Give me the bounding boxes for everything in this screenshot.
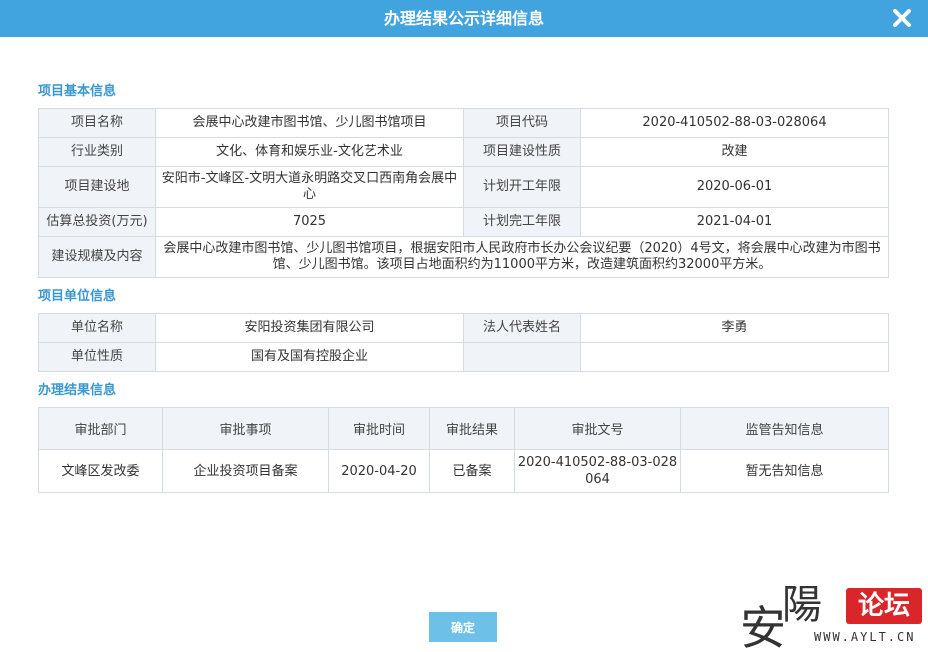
section-title-unit: 项目单位信息 <box>38 289 117 304</box>
value-unit-name: 安阳投资集团有限公司 <box>155 313 464 343</box>
value-planned-start: 2020-06-01 <box>580 166 889 208</box>
section-title-basic: 项目基本信息 <box>38 84 117 99</box>
section-title-result: 办理结果信息 <box>38 383 117 398</box>
cell-time: 2020-04-20 <box>328 449 430 493</box>
empty-cell <box>463 342 581 372</box>
empty-cell <box>580 342 889 372</box>
value-scale: 会展中心改建市图书馆、少儿图书馆项目，根据安阳市人民政府市长办公会议纪要（202… <box>155 236 889 278</box>
value-unit-nature: 国有及国有控股企业 <box>155 342 464 372</box>
label-scale: 建设规模及内容 <box>38 236 156 278</box>
label-location: 项目建设地 <box>38 166 156 208</box>
value-investment: 7025 <box>155 207 464 237</box>
table-row: 项目建设地 安阳市-文峰区-文明大道永明路交叉口西南角会展中心 计划开工年限 2… <box>38 166 889 208</box>
value-construction-nature: 改建 <box>580 137 889 167</box>
watermark-char-an: 安 <box>740 601 786 652</box>
confirm-button[interactable]: 确定 <box>429 612 497 642</box>
table-row: 建设规模及内容 会展中心改建市图书馆、少儿图书馆项目，根据安阳市人民政府市长办公… <box>38 236 889 278</box>
table-row: 项目名称 会展中心改建市图书馆、少儿图书馆项目 项目代码 2020-410502… <box>38 108 889 138</box>
value-legal-rep: 李勇 <box>580 313 889 343</box>
header-item: 审批事项 <box>162 407 329 450</box>
label-project-name: 项目名称 <box>38 108 156 138</box>
header-doc-number: 审批文号 <box>514 407 681 450</box>
watermark-char-yang: 陽 <box>782 582 822 628</box>
basic-info-table: 项目名称 会展中心改建市图书馆、少儿图书馆项目 项目代码 2020-410502… <box>38 108 889 278</box>
dialog-title: 办理结果公示详细信息 <box>383 9 544 28</box>
dialog-titlebar: 办理结果公示详细信息 <box>0 0 928 37</box>
label-investment: 估算总投资(万元) <box>38 207 156 237</box>
label-project-code: 项目代码 <box>463 108 581 138</box>
cell-department: 文峰区发改委 <box>38 449 163 493</box>
value-planned-finish: 2021-04-01 <box>580 207 889 237</box>
value-industry: 文化、体育和娱乐业-文化艺术业 <box>155 137 464 167</box>
label-construction-nature: 项目建设性质 <box>463 137 581 167</box>
site-watermark-logo: 安 陽 论坛 WWW.AYLT.CN <box>740 578 926 652</box>
close-icon[interactable] <box>890 6 914 30</box>
cell-doc-number: 2020-410502-88-03-028064 <box>514 449 681 493</box>
label-planned-start: 计划开工年限 <box>463 166 581 208</box>
table-row: 文峰区发改委 企业投资项目备案 2020-04-20 已备案 2020-4105… <box>38 449 889 493</box>
table-row: 行业类别 文化、体育和娱乐业-文化艺术业 项目建设性质 改建 <box>38 137 889 167</box>
header-result: 审批结果 <box>429 407 515 450</box>
header-time: 审批时间 <box>328 407 430 450</box>
unit-info-table: 单位名称 安阳投资集团有限公司 法人代表姓名 李勇 单位性质 国有及国有控股企业 <box>38 313 889 372</box>
value-project-code: 2020-410502-88-03-028064 <box>580 108 889 138</box>
cell-item: 企业投资项目备案 <box>162 449 329 493</box>
header-supervision: 监管告知信息 <box>680 407 889 450</box>
label-legal-rep: 法人代表姓名 <box>463 313 581 343</box>
watermark-forum-badge: 论坛 <box>846 588 922 624</box>
label-industry: 行业类别 <box>38 137 156 167</box>
header-department: 审批部门 <box>38 407 163 450</box>
cell-supervision: 暂无告知信息 <box>680 449 889 493</box>
label-unit-name: 单位名称 <box>38 313 156 343</box>
table-row: 估算总投资(万元) 7025 计划完工年限 2021-04-01 <box>38 207 889 237</box>
result-table: 审批部门 审批事项 审批时间 审批结果 审批文号 监管告知信息 文峰区发改委 企… <box>38 407 889 493</box>
label-planned-finish: 计划完工年限 <box>463 207 581 237</box>
table-row: 单位名称 安阳投资集团有限公司 法人代表姓名 李勇 <box>38 313 889 343</box>
watermark-url: WWW.AYLT.CN <box>814 630 916 644</box>
label-unit-nature: 单位性质 <box>38 342 156 372</box>
value-location: 安阳市-文峰区-文明大道永明路交叉口西南角会展中心 <box>155 166 464 208</box>
table-row: 单位性质 国有及国有控股企业 <box>38 342 889 372</box>
value-project-name: 会展中心改建市图书馆、少儿图书馆项目 <box>155 108 464 138</box>
cell-result: 已备案 <box>429 449 515 493</box>
table-header-row: 审批部门 审批事项 审批时间 审批结果 审批文号 监管告知信息 <box>38 407 889 450</box>
